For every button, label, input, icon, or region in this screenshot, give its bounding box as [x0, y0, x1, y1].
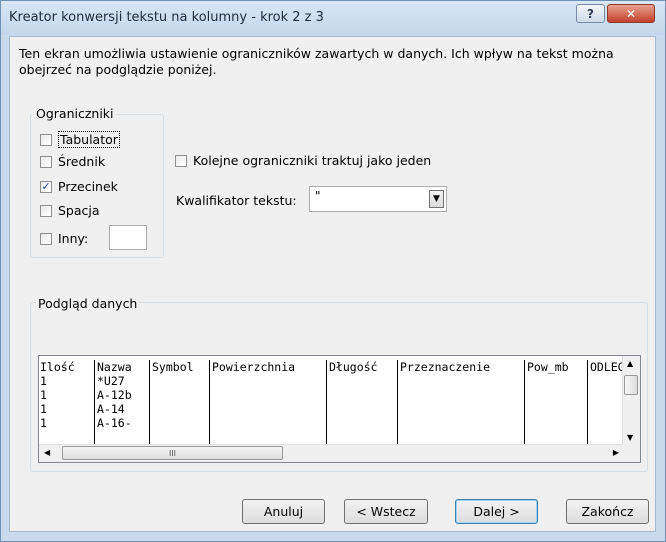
intro-text: Ten ekran umożliwia ustawienie ograniczn… [19, 46, 614, 77]
horizontal-scroll-thumb[interactable]: III [62, 446, 283, 460]
preview-cell [212, 416, 326, 430]
consecutive-delimiters-checkbox[interactable]: Kolejne ograniczniki traktuj jako jeden [175, 153, 431, 168]
preview-legend: Podgląd danych [36, 296, 140, 311]
preview-cell: 1 [40, 374, 47, 388]
chevron-down-icon[interactable]: ▼ [429, 190, 444, 208]
text-qualifier-label-text: Kwalifikator tekstu: [176, 193, 297, 208]
preview-cell [329, 402, 397, 416]
checkbox-box [40, 155, 52, 168]
inny-checkbox[interactable]: Inny: [40, 231, 88, 246]
preview-column-header: Długość [329, 360, 378, 374]
preview-column[interactable]: Długość [326, 360, 397, 446]
preview-cell [527, 388, 587, 402]
preview-cell: A-16- [97, 416, 132, 430]
arrow-down-icon[interactable]: ▼ [627, 433, 633, 442]
preview-cell [527, 374, 587, 388]
przecinek-checkbox[interactable]: ✓ Przecinek [40, 179, 118, 194]
preview-cell [329, 416, 397, 430]
text-qualifier-label: Kwalifikator tekstu: [176, 193, 297, 208]
preview-column-header: Powierzchnia [212, 360, 296, 374]
text-qualifier-value: " [315, 189, 321, 203]
checkbox-box [40, 133, 52, 146]
finish-button[interactable]: Zakończ [566, 499, 649, 524]
inny-label: Inny: [58, 231, 89, 246]
preview-cell: 1 [40, 388, 47, 402]
srednik-checkbox[interactable]: Średnik [40, 154, 105, 169]
preview-cell [212, 402, 326, 416]
preview-column[interactable]: Powierzchnia [209, 360, 326, 446]
preview-cell [212, 374, 326, 388]
preview-cell [400, 402, 524, 416]
vertical-scrollbar[interactable]: ▲ ▼ [622, 356, 640, 445]
horizontal-scrollbar[interactable]: ◀ III ▶ [39, 444, 623, 462]
checkbox-box [40, 204, 52, 217]
checkbox-box [40, 232, 52, 245]
preview-cell [152, 416, 209, 430]
preview-column[interactable]: ODLEG [587, 360, 627, 446]
preview-cell [329, 388, 397, 402]
spacja-label: Spacja [58, 203, 100, 218]
check-icon: ✓ [41, 180, 51, 193]
preview-cell [152, 388, 209, 402]
preview-column[interactable]: Przeznaczenie [397, 360, 524, 446]
preview-cell [152, 402, 209, 416]
text-qualifier-select[interactable]: " ▼ [309, 186, 447, 212]
srednik-label: Średnik [58, 154, 106, 169]
preview-cell [527, 402, 587, 416]
preview-cell [152, 374, 209, 388]
arrow-left-icon[interactable]: ◀ [44, 448, 50, 457]
dialog-window: Kreator konwersji tekstu na kolumny - kr… [0, 0, 666, 542]
arrow-right-icon[interactable]: ▶ [613, 448, 619, 457]
checkbox-box: ✓ [40, 180, 52, 193]
preview-column-header: Nazwa [97, 360, 132, 374]
preview-cell: *U27 [97, 374, 125, 388]
help-button[interactable]: ? [576, 4, 605, 23]
vertical-scroll-thumb[interactable] [624, 375, 638, 395]
preview-cell [527, 416, 587, 430]
tabulator-checkbox[interactable]: Tabulator [40, 131, 120, 148]
preview-cell: 1 [40, 402, 47, 416]
preview-column-header: Symbol [152, 360, 194, 374]
spacja-checkbox[interactable]: Spacja [40, 203, 100, 218]
window-title: Kreator konwersji tekstu na kolumny - kr… [9, 10, 324, 25]
preview-column[interactable]: Pow_mb [524, 360, 587, 446]
close-button[interactable]: ✕ [607, 4, 655, 23]
preview-cell: A-14 [97, 402, 125, 416]
back-button[interactable]: < Wstecz [344, 499, 428, 524]
title-bar: Kreator konwersji tekstu na kolumny - kr… [1, 1, 665, 35]
checkbox-box [175, 154, 187, 167]
consecutive-delimiters-label: Kolejne ograniczniki traktuj jako jeden [193, 153, 432, 168]
dialog-client-area: Ten ekran umożliwia ustawienie ograniczn… [9, 36, 656, 532]
next-button[interactable]: Dalej > [455, 499, 538, 524]
other-delimiter-input[interactable] [109, 225, 147, 250]
preview-cell: 1 [40, 416, 47, 430]
preview-cell [400, 416, 524, 430]
preview-cell [400, 388, 524, 402]
delimiters-legend: Ograniczniki [34, 106, 116, 121]
przecinek-label: Przecinek [58, 179, 118, 194]
preview-column-header: Przeznaczenie [400, 360, 491, 374]
scrollbar-corner [623, 445, 640, 462]
data-preview-grid[interactable]: Ilość 1 1 1 1 Nazwa *U27 A-12b A-14 A-16- Symbol Po… [38, 355, 641, 463]
preview-column[interactable]: Nazwa *U27 A-12b A-14 A-16- [94, 360, 149, 446]
preview-column[interactable]: Symbol [149, 360, 209, 446]
preview-column-header: Pow_mb [527, 360, 569, 374]
preview-cell [212, 388, 326, 402]
preview-cell [329, 374, 397, 388]
preview-column-header: Ilość [40, 360, 75, 374]
preview-cell [400, 374, 524, 388]
cancel-button[interactable]: Anuluj [242, 499, 325, 524]
preview-column[interactable]: Ilość 1 1 1 1 [39, 360, 94, 446]
arrow-up-icon[interactable]: ▲ [627, 359, 633, 368]
preview-cell: A-12b [97, 388, 132, 402]
tabulator-label: Tabulator [58, 131, 120, 148]
